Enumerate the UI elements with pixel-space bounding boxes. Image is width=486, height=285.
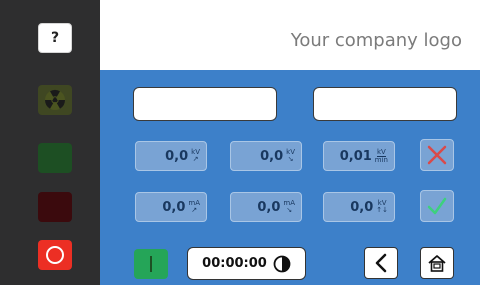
current-rise-button[interactable]: 0,0 mA ↗: [135, 192, 207, 222]
value-text: 0,0: [350, 199, 374, 215]
value-text: 0,0: [165, 148, 189, 164]
unit-label: kV ↗: [191, 148, 200, 163]
help-button[interactable]: ?: [38, 23, 72, 53]
red-indicator-button[interactable]: [38, 192, 72, 222]
home-button[interactable]: [420, 247, 454, 279]
confirm-button[interactable]: [420, 190, 454, 222]
circle-icon: [46, 246, 64, 264]
voltage-step-button[interactable]: 0,0 kV ↑↓: [323, 192, 395, 222]
back-button[interactable]: [364, 247, 398, 279]
home-icon: [428, 255, 446, 272]
voltage-rise-button[interactable]: 0,0 kV ↗: [135, 141, 207, 171]
voltage-rate-button[interactable]: 0,01 kV min: [323, 141, 395, 171]
value-text: 0,0: [257, 199, 281, 215]
value-text: 0,0: [162, 199, 186, 215]
timer-text: 00:00:00: [202, 256, 267, 271]
sidebar: ?: [0, 0, 100, 285]
radiation-icon: [44, 89, 66, 110]
current-fall-button[interactable]: 0,0 mA ↘: [230, 192, 302, 222]
unit-label: kV min: [374, 147, 388, 164]
value-text: 0,01: [339, 148, 372, 164]
unit-label: kV ↑↓: [376, 199, 388, 214]
voltage-fall-button[interactable]: 0,0 kV ↘: [230, 141, 302, 171]
bar-icon: [150, 256, 152, 272]
start-button[interactable]: [134, 249, 168, 279]
value-text: 0,0: [260, 148, 284, 164]
clock-pie-icon: [273, 255, 291, 272]
control-panel: 0,0 kV ↗ 0,0 kV ↘ 0,01 kV min 0,0 mA ↗ 0,0 m…: [100, 70, 480, 285]
cancel-button[interactable]: [420, 139, 454, 171]
unit-label: mA ↘: [283, 199, 295, 214]
chevron-left-icon: [375, 253, 387, 273]
green-indicator-button[interactable]: [38, 143, 72, 173]
company-logo: Your company logo: [290, 30, 462, 51]
stop-button[interactable]: [38, 240, 72, 270]
timer-display[interactable]: 00:00:00: [187, 247, 306, 280]
unit-label: kV ↘: [286, 148, 295, 163]
x-icon: [427, 145, 447, 165]
check-icon: [427, 197, 447, 215]
help-label: ?: [50, 30, 60, 46]
text-field-right[interactable]: [313, 87, 457, 121]
text-field-left[interactable]: [133, 87, 277, 121]
radiation-button[interactable]: [38, 85, 72, 115]
unit-label: mA ↗: [188, 199, 200, 214]
